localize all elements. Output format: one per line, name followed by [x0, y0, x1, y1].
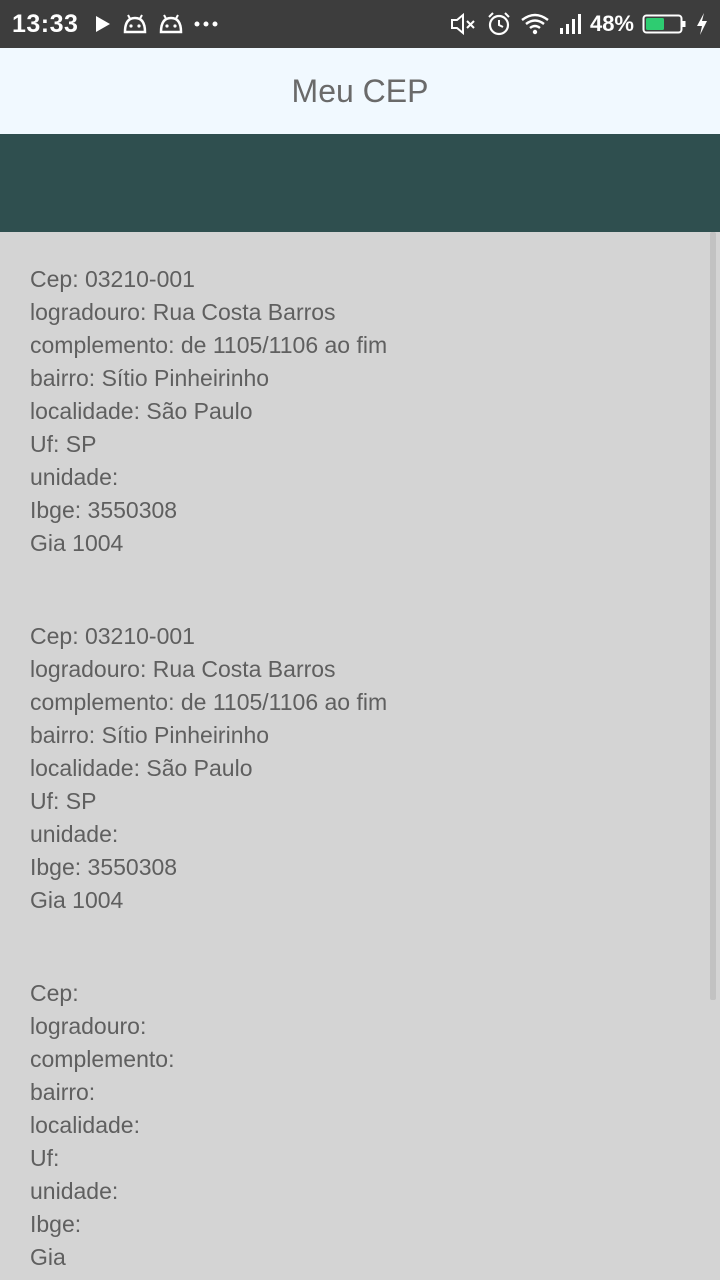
- ibge-text: Ibge: 3550308: [30, 497, 178, 523]
- bairro-text: bairro: Sítio Pinheirinho: [30, 722, 270, 748]
- complemento-text: complemento: de 1105/1106 ao fim: [30, 332, 388, 358]
- localidade-text: localidade: São Paulo: [30, 755, 253, 781]
- more-dots-icon: [194, 20, 218, 28]
- address-list[interactable]: Cep: 03210-001 logradouro: Rua Costa Bar…: [0, 232, 720, 1280]
- address-record: Cep: 03210-001 logradouro: Rua Costa Bar…: [30, 263, 670, 560]
- bairro-text: bairro: Sítio Pinheirinho: [30, 365, 270, 391]
- status-time: 13:33: [12, 9, 79, 38]
- alarm-icon: [486, 11, 512, 37]
- battery-percent: 48%: [589, 11, 634, 36]
- bairro-text: bairro:: [30, 1079, 96, 1105]
- mute-icon: [450, 12, 478, 36]
- signal-icon: [558, 12, 582, 36]
- header-band: [0, 134, 720, 232]
- status-right-icons: 48%: [450, 11, 708, 37]
- page-title: Meu CEP: [291, 72, 429, 109]
- uf-text: Uf: SP: [30, 788, 97, 814]
- uf-text: Uf: SP: [30, 431, 97, 457]
- android-icon: [158, 12, 184, 36]
- localidade-text: localidade:: [30, 1112, 140, 1138]
- logradouro-text: logradouro: Rua Costa Barros: [30, 656, 336, 682]
- battery-icon: [642, 12, 688, 36]
- logradouro-text: logradouro:: [30, 1013, 147, 1039]
- uf-text: Uf:: [30, 1145, 60, 1171]
- localidade-text: localidade: São Paulo: [30, 398, 253, 424]
- status-bar: 13:33 48%: [0, 0, 720, 48]
- scrollbar[interactable]: [710, 232, 716, 1000]
- wifi-icon: [520, 12, 550, 36]
- gia-text: Gia: [30, 1244, 66, 1270]
- complemento-text: complemento:: [30, 1046, 175, 1072]
- app-bar: Meu CEP: [0, 48, 720, 134]
- cep-text: Cep:: [30, 980, 79, 1006]
- unidade-text: unidade:: [30, 1178, 119, 1204]
- ibge-text: Ibge: 3550308: [30, 854, 178, 880]
- status-left-icons: [94, 12, 218, 36]
- gia-text: Gia 1004: [30, 530, 124, 556]
- address-record: Cep: logradouro: complemento: bairro: lo…: [30, 977, 670, 1274]
- charging-icon: [696, 12, 708, 36]
- unidade-text: unidade:: [30, 464, 119, 490]
- cep-text: Cep: 03210-001: [30, 266, 195, 292]
- unidade-text: unidade:: [30, 821, 119, 847]
- cep-text: Cep: 03210-001: [30, 623, 195, 649]
- logradouro-text: logradouro: Rua Costa Barros: [30, 299, 336, 325]
- address-record: Cep: 03210-001 logradouro: Rua Costa Bar…: [30, 620, 670, 917]
- ibge-text: Ibge:: [30, 1211, 82, 1237]
- android-icon: [122, 12, 148, 36]
- complemento-text: complemento: de 1105/1106 ao fim: [30, 689, 388, 715]
- play-icon: [94, 14, 112, 34]
- gia-text: Gia 1004: [30, 887, 124, 913]
